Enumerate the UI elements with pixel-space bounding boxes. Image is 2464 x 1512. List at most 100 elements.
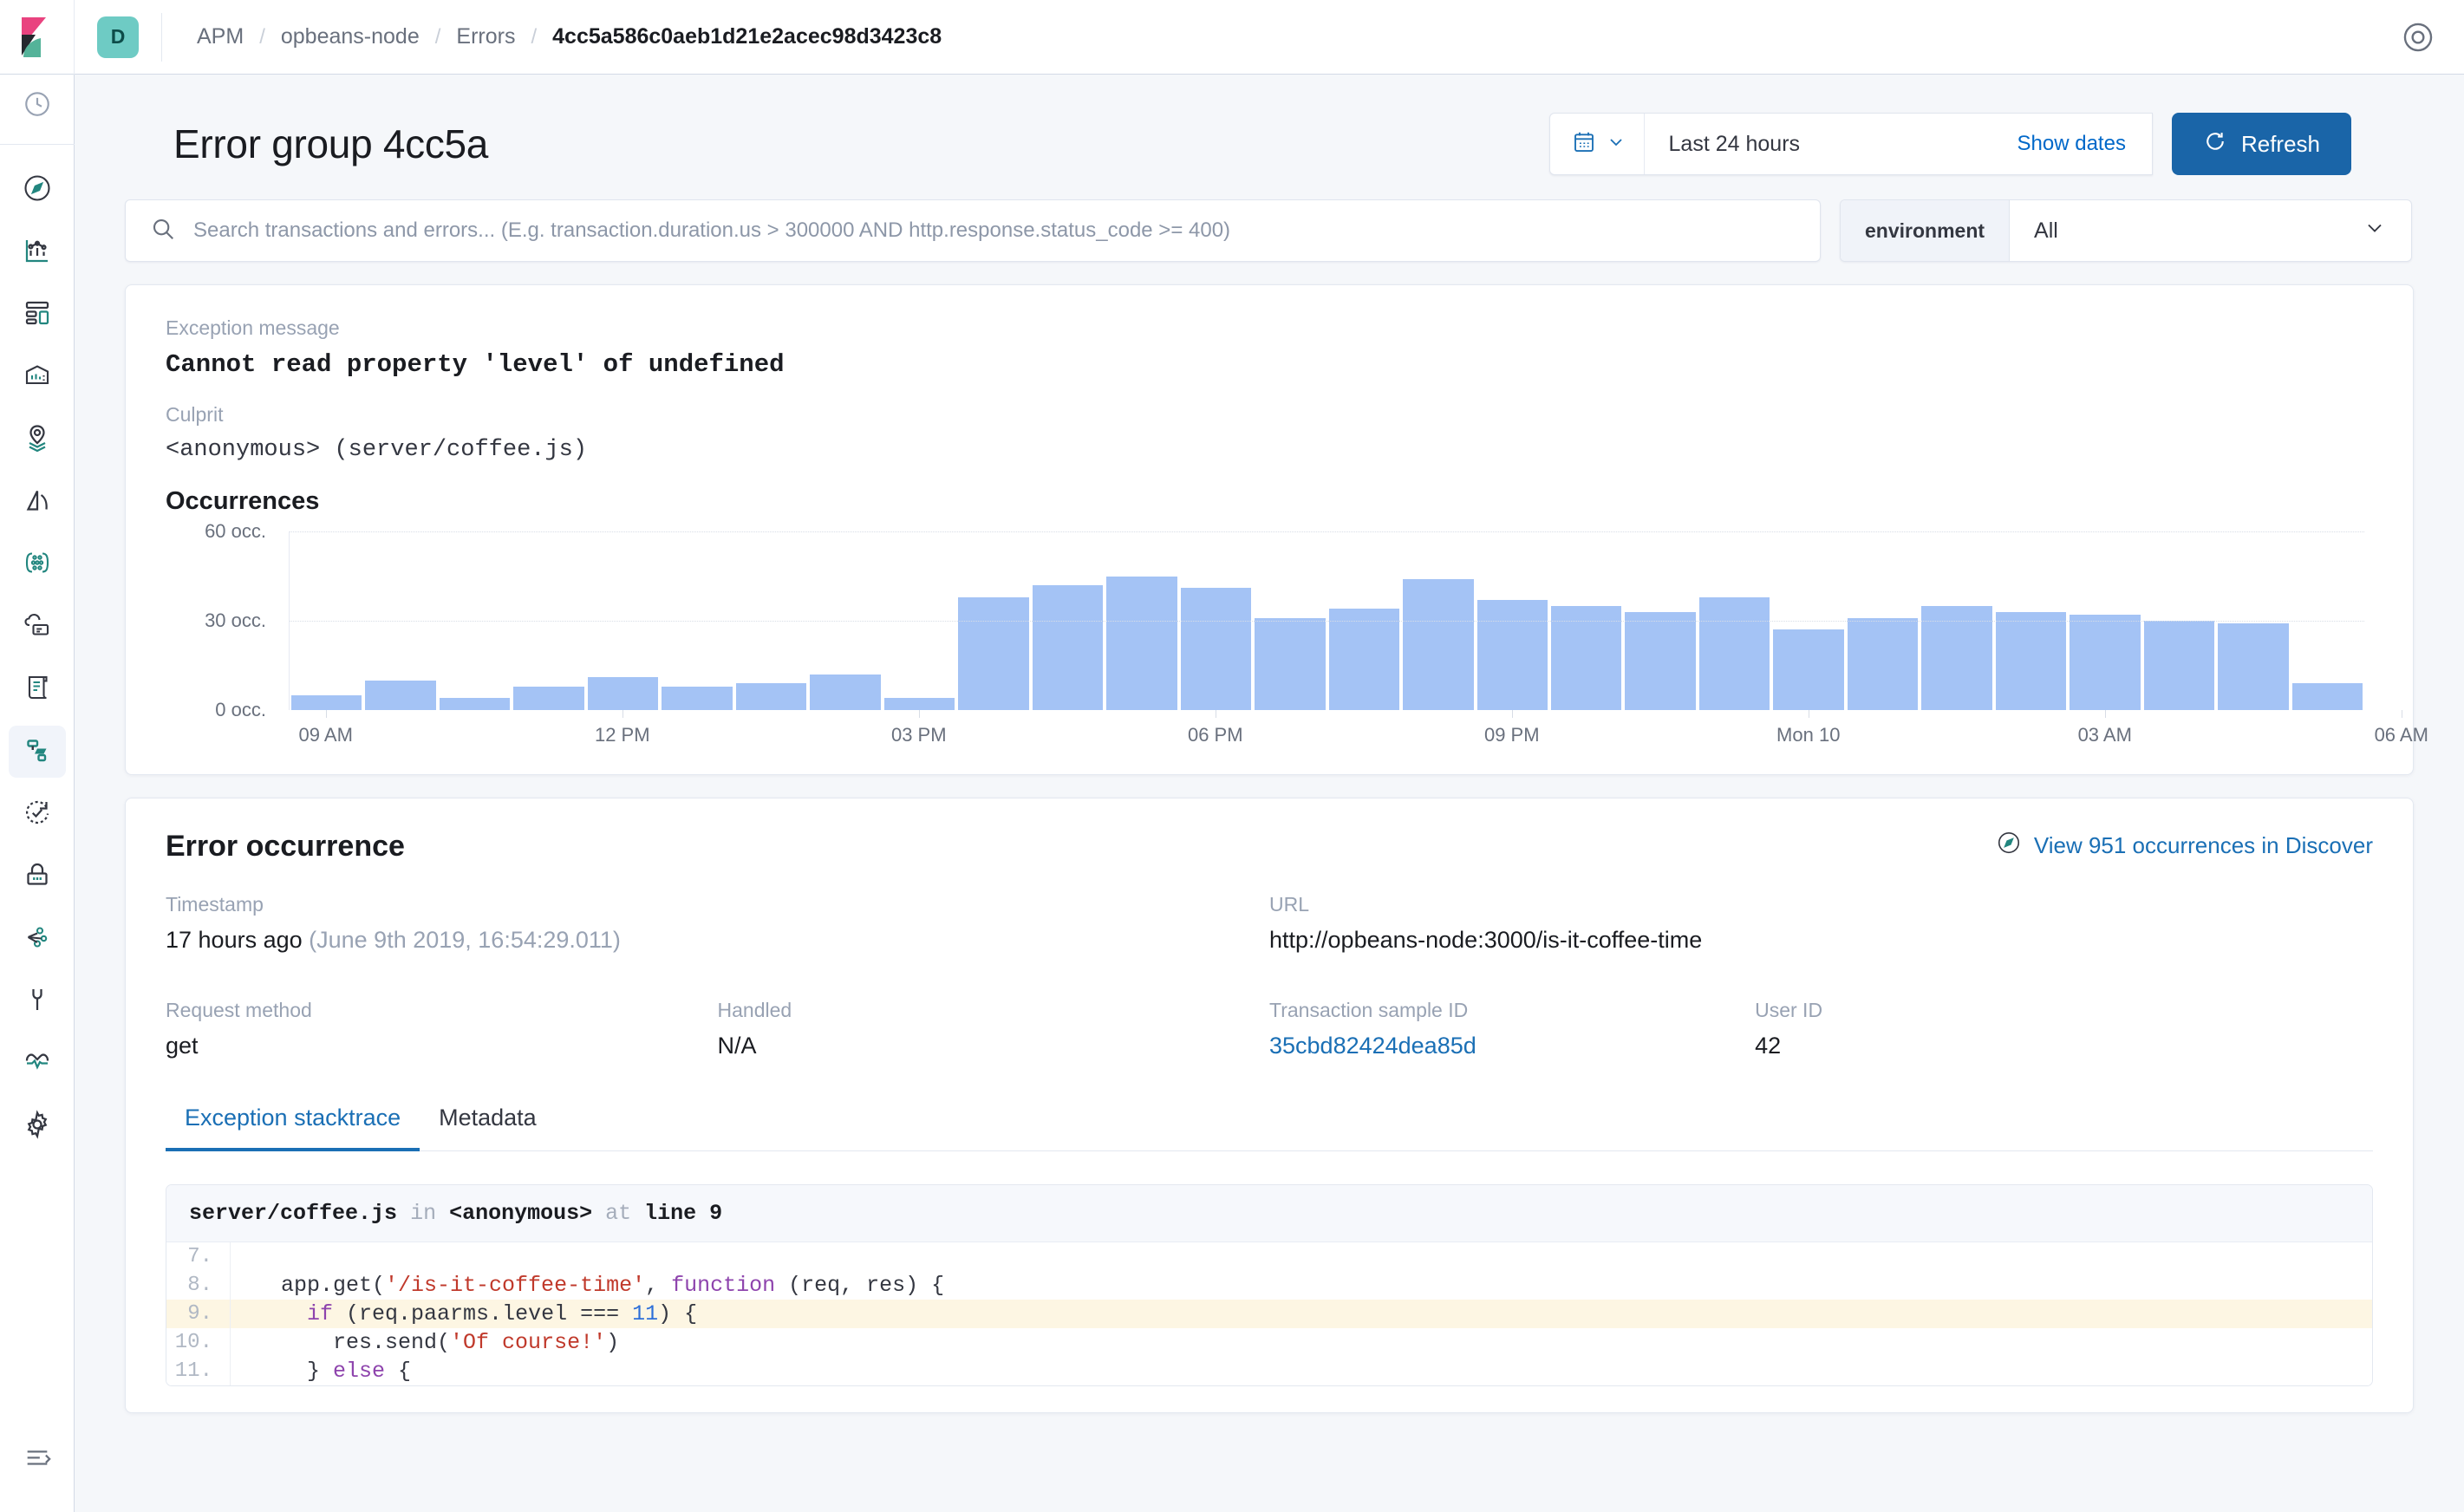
chart-bar-rect	[1698, 596, 1770, 710]
chart-x-tick-label: 06 AM	[2374, 724, 2428, 746]
tab-metadata[interactable]: Metadata	[420, 1105, 556, 1150]
show-dates-button[interactable]: Show dates	[2017, 114, 2152, 174]
breadcrumb-item-apm[interactable]: APM	[197, 24, 244, 49]
dashboard-icon	[22, 297, 53, 333]
code-line-content: } else {	[255, 1359, 412, 1384]
chart-y-axis: 0 occ. 30 occ. 60 occ.	[166, 520, 278, 720]
chart-bar-rect	[365, 680, 436, 710]
chart-bar-rect	[439, 698, 511, 710]
sidebar-item-visualize[interactable]	[0, 221, 75, 284]
tab-exception-stacktrace[interactable]: Exception stacktrace	[166, 1105, 420, 1151]
error-meta-row-1: Timestamp 17 hours ago (June 9th 2019, 1…	[166, 893, 2373, 954]
sidebar-item-apm[interactable]	[0, 720, 75, 783]
sidebar-item-dashboard[interactable]	[0, 284, 75, 346]
chart-bar-rect	[1255, 617, 1326, 710]
sidebar-item-management[interactable]	[0, 970, 75, 1033]
chart-bar-rect	[1625, 611, 1696, 710]
page-title: Error group 4cc5a	[173, 121, 489, 166]
error-occurrence-title: Error occurrence	[166, 830, 405, 863]
stacktrace-code: 7. 8. app.get('/is-it-coffee-time', func…	[166, 1242, 2372, 1385]
chart-gridline	[290, 531, 2364, 532]
code-line-number: 9.	[166, 1300, 231, 1328]
logs-icon	[22, 672, 53, 707]
error-occurrence-panel: Error occurrence View 951 occurrences in…	[125, 798, 2414, 1413]
space-selector[interactable]: D	[75, 16, 161, 58]
filter-bar: environment All	[125, 199, 2414, 262]
environment-select[interactable]: All	[2010, 200, 2411, 261]
gear-icon	[22, 1109, 53, 1144]
sidebar-item-recently-viewed[interactable]	[0, 75, 75, 137]
calendar-icon	[1571, 129, 1597, 160]
chart-bar-rect	[735, 683, 807, 710]
stacktrace-frame-header[interactable]: server/coffee.js in <anonymous> at line …	[166, 1185, 2372, 1242]
chart-bar-rect	[958, 596, 1029, 710]
timestamp-absolute: (June 9th 2019, 16:54:29.011)	[309, 927, 621, 953]
cloud-server-icon	[22, 609, 53, 645]
collapse-icon	[23, 1442, 52, 1476]
chart-y-tick-label: 0 occ.	[215, 699, 266, 720]
error-meta-row-2: Request method get Handled N/A Transacti…	[166, 999, 2373, 1059]
breadcrumb-item-service[interactable]: opbeans-node	[281, 24, 420, 49]
sidebar-item-uptime[interactable]	[0, 783, 75, 845]
help-circle-icon[interactable]	[2402, 21, 2435, 58]
sidebar-item-infrastructure[interactable]	[0, 596, 75, 658]
breadcrumb-item-errors[interactable]: Errors	[456, 24, 515, 49]
chart-plot-area	[289, 531, 2364, 710]
user-id-label: User ID	[1755, 999, 1823, 1021]
view-in-discover-link[interactable]: View 951 occurrences in Discover	[1996, 830, 2373, 862]
code-line-content	[231, 1244, 268, 1269]
transaction-sample-field: Transaction sample ID 35cbd82424dea85d	[1269, 999, 1755, 1059]
sidebar-item-graph[interactable]	[0, 533, 75, 596]
sidebar-item-siem[interactable]	[0, 845, 75, 908]
environment-value: All	[2034, 218, 2058, 243]
transaction-sample-value[interactable]: 35cbd82424dea85d	[1269, 1033, 1755, 1059]
sidebar-item-discover[interactable]	[0, 159, 75, 221]
chart-bar-rect	[2070, 615, 2141, 710]
code-line-content: res.send('Of course!')	[255, 1330, 620, 1355]
exception-message-label: Exception message	[166, 316, 340, 339]
collapse-nav-button[interactable]	[0, 1427, 75, 1489]
code-line: 11. } else {	[166, 1357, 2372, 1385]
stacktrace-line: line 9	[644, 1201, 723, 1226]
occurrences-chart[interactable]: 0 occ. 30 occ. 60 occ. 09 AM 12 PM 03 PM 06 P…	[166, 520, 2428, 748]
sidebar-item-monitoring[interactable]	[0, 1033, 75, 1095]
error-occurrence-header: Error occurrence View 951 occurrences in…	[166, 830, 2373, 864]
date-quick-select-button[interactable]	[1550, 114, 1645, 174]
share-nodes-icon	[22, 922, 53, 957]
culprit-value: <anonymous> (server/coffee.js)	[166, 437, 588, 463]
refresh-button[interactable]: Refresh	[2171, 113, 2351, 175]
url-label: URL	[1269, 893, 1310, 916]
chart-bar-rect	[513, 686, 584, 710]
sidebar-item-machine-learning[interactable]	[0, 471, 75, 533]
chart-bar-rect	[662, 686, 733, 710]
chart-x-tick	[918, 710, 920, 718]
ml-wave-icon	[22, 485, 53, 520]
detail-tabs: Exception stacktrace Metadata	[166, 1105, 2373, 1151]
chart-x-tick-label: 03 PM	[890, 724, 947, 746]
search-input[interactable]	[193, 218, 1796, 243]
chart-bar-rect	[1328, 609, 1400, 710]
exception-message-value: Cannot read property 'level' of undefine…	[166, 350, 785, 379]
code-line: 8. app.get('/is-it-coffee-time', functio…	[166, 1271, 2372, 1300]
graph-nodes-icon	[22, 547, 53, 583]
occurrences-heading: Occurrences	[166, 487, 320, 515]
compass-icon	[1996, 830, 2022, 862]
sidebar-item-stack-management[interactable]	[0, 1095, 75, 1157]
compass-icon	[22, 173, 53, 208]
stacktrace-frame: server/coffee.js in <anonymous> at line …	[166, 1184, 2373, 1386]
chart-bar-rect	[1476, 599, 1548, 710]
search-bar[interactable]	[125, 199, 1821, 262]
sidebar-item-maps[interactable]	[0, 408, 75, 471]
timestamp-value: 17 hours ago (June 9th 2019, 16:54:29.01…	[166, 927, 1269, 954]
chart-bar-rect	[1180, 588, 1252, 710]
sidebar-item-logs[interactable]	[0, 658, 75, 720]
sidebar-item-canvas[interactable]	[0, 346, 75, 408]
chart-bar-rect	[2218, 623, 2289, 710]
request-method-field: Request method get	[166, 999, 718, 1059]
code-line-number: 10.	[166, 1328, 231, 1357]
sidebar-item-dev-tools[interactable]	[0, 908, 75, 970]
stacktrace-file: server/coffee.js	[189, 1201, 398, 1226]
kibana-logo-cell[interactable]	[0, 0, 75, 75]
date-range-label[interactable]: Last 24 hours	[1645, 114, 2017, 174]
chart-x-tick	[1511, 710, 1513, 718]
